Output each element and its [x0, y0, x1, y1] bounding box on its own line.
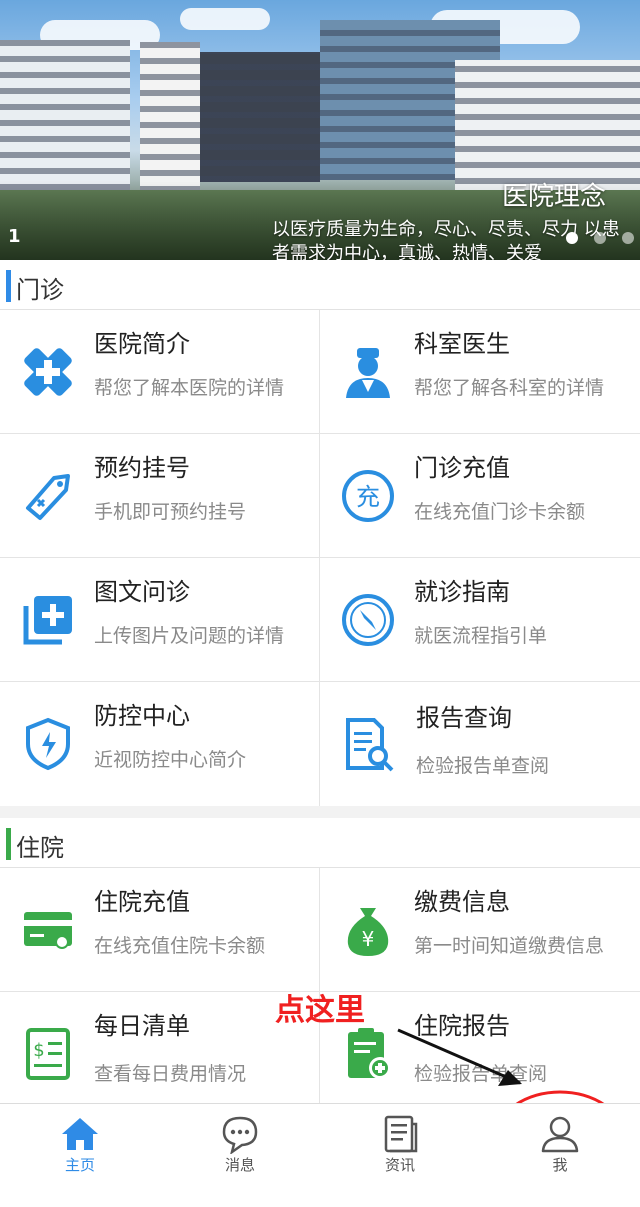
tab-home[interactable]: 主页	[0, 1104, 160, 1207]
svg-text:¥: ¥	[362, 927, 375, 951]
recharge-icon: 充	[342, 470, 394, 522]
menu-desc: 帮您了解各科室的详情	[414, 377, 605, 399]
menu-inpatient-report[interactable]: 住院报告 检验报告单查阅	[320, 992, 640, 1104]
menu-title: 门诊充值	[414, 454, 510, 482]
banner-slide-index: 1	[8, 226, 21, 247]
tab-label: 消息	[224, 1156, 255, 1174]
news-icon	[384, 1115, 418, 1153]
menu-desc: 近视防控中心简介	[94, 749, 247, 771]
banner-title: 医院理念	[501, 182, 606, 212]
add-layers-icon	[23, 596, 72, 645]
banner-building	[0, 40, 130, 190]
menu-desc: 上传图片及问题的详情	[94, 625, 285, 647]
tab-me[interactable]: 我	[480, 1104, 640, 1207]
menu-payment-info[interactable]: ¥ 缴费信息 第一时间知道缴费信息	[320, 868, 640, 992]
user-icon	[541, 1116, 579, 1153]
tab-label: 我	[552, 1156, 568, 1174]
menu-title: 防控中心	[94, 702, 190, 730]
menu-title: 住院报告	[414, 1012, 510, 1040]
menu-appointment[interactable]: 预约挂号 手机即可预约挂号	[0, 434, 320, 558]
section-title: 住院	[16, 834, 64, 862]
pagination-dot[interactable]	[594, 232, 606, 244]
menu-title: 医院简介	[94, 330, 190, 358]
pagination-dot[interactable]	[622, 232, 634, 244]
menu-report-query[interactable]: 报告查询 检验报告单查阅	[320, 682, 640, 806]
app-root: 医院理念 以医疗质量为生命，尽心、尽责、尽力 以患者需求为中心，真诚、热情、关爱…	[0, 0, 640, 1207]
menu-daily-bill[interactable]: $ 每日清单 查看每日费用情况	[0, 992, 320, 1104]
clipboard-icon	[348, 1028, 391, 1079]
menu-title: 图文问诊	[94, 578, 190, 606]
menu-desc: 手机即可预约挂号	[94, 501, 247, 523]
banner-building	[140, 42, 200, 192]
annotation-label: 点这里	[275, 993, 365, 1028]
money-bag-icon: ¥	[347, 908, 389, 956]
svg-text:充: 充	[356, 483, 380, 511]
menu-image-consultation[interactable]: 图文问诊 上传图片及问题的详情	[0, 558, 320, 682]
menu-title: 住院充值	[94, 888, 190, 916]
tab-label: 资讯	[384, 1156, 415, 1174]
compass-icon	[342, 594, 394, 646]
home-icon	[62, 1118, 98, 1150]
menu-desc: 第一时间知道缴费信息	[414, 935, 605, 957]
menu-hospital-intro[interactable]: 医院简介 帮您了解本医院的详情	[0, 310, 320, 434]
menu-title: 每日清单	[94, 1012, 190, 1040]
menu-desc: 就医流程指引单	[414, 625, 548, 647]
pagination-dot-active[interactable]	[566, 232, 578, 244]
bottom-tab-bar: 主页 消息 资讯 我	[0, 1103, 640, 1207]
section-accent-bar	[6, 828, 11, 860]
banner-cloud	[180, 8, 270, 30]
bill-list-icon: $	[26, 1028, 70, 1080]
menu-title: 科室医生	[414, 330, 510, 358]
hospital-cross-icon	[24, 348, 72, 396]
hospital-banner[interactable]: 医院理念 以医疗质量为生命，尽心、尽责、尽力 以患者需求为中心，真诚、热情、关爱…	[0, 0, 640, 260]
menu-outpatient-recharge[interactable]: 充 门诊充值 在线充值门诊卡余额	[320, 434, 640, 558]
card-icon	[24, 912, 72, 949]
menu-title: 预约挂号	[94, 454, 190, 482]
menu-title: 缴费信息	[414, 888, 510, 916]
section-title: 门诊	[16, 276, 64, 304]
tab-messages[interactable]: 消息	[160, 1104, 320, 1207]
menu-visit-guide[interactable]: 就诊指南 就医流程指引单	[320, 558, 640, 682]
svg-text:$: $	[33, 1040, 44, 1061]
tab-news[interactable]: 资讯	[320, 1104, 480, 1207]
banner-pagination[interactable]	[566, 232, 634, 244]
menu-prevention-center[interactable]: 防控中心 近视防控中心简介	[0, 682, 320, 806]
section-header-inpatient: 住院	[0, 818, 640, 868]
menu-title: 报告查询	[416, 704, 512, 732]
doctor-icon	[346, 348, 390, 398]
menu-department-doctors[interactable]: 科室医生 帮您了解各科室的详情	[320, 310, 640, 434]
menu-title: 就诊指南	[414, 578, 510, 606]
section-accent-bar	[6, 270, 11, 302]
menu-desc: 帮您了解本医院的详情	[94, 377, 285, 399]
shield-bolt-icon	[26, 717, 70, 771]
menu-inpatient-recharge[interactable]: 住院充值 在线充值住院卡余额	[0, 868, 320, 992]
report-search-icon	[346, 718, 394, 772]
outpatient-grid: 医院简介 帮您了解本医院的详情 科室医生 帮您了解各科室的详情 预约挂号 手机即…	[0, 310, 640, 806]
banner-building	[200, 52, 320, 182]
tab-label: 主页	[64, 1156, 95, 1174]
menu-desc: 检验报告单查阅	[414, 1063, 548, 1085]
section-header-outpatient: 门诊	[0, 260, 640, 310]
message-icon	[222, 1116, 258, 1154]
menu-desc: 在线充值门诊卡余额	[414, 501, 586, 523]
menu-desc: 查看每日费用情况	[94, 1063, 247, 1085]
menu-desc: 检验报告单查阅	[416, 755, 550, 777]
menu-desc: 在线充值住院卡余额	[94, 935, 266, 957]
tag-icon	[26, 474, 70, 520]
